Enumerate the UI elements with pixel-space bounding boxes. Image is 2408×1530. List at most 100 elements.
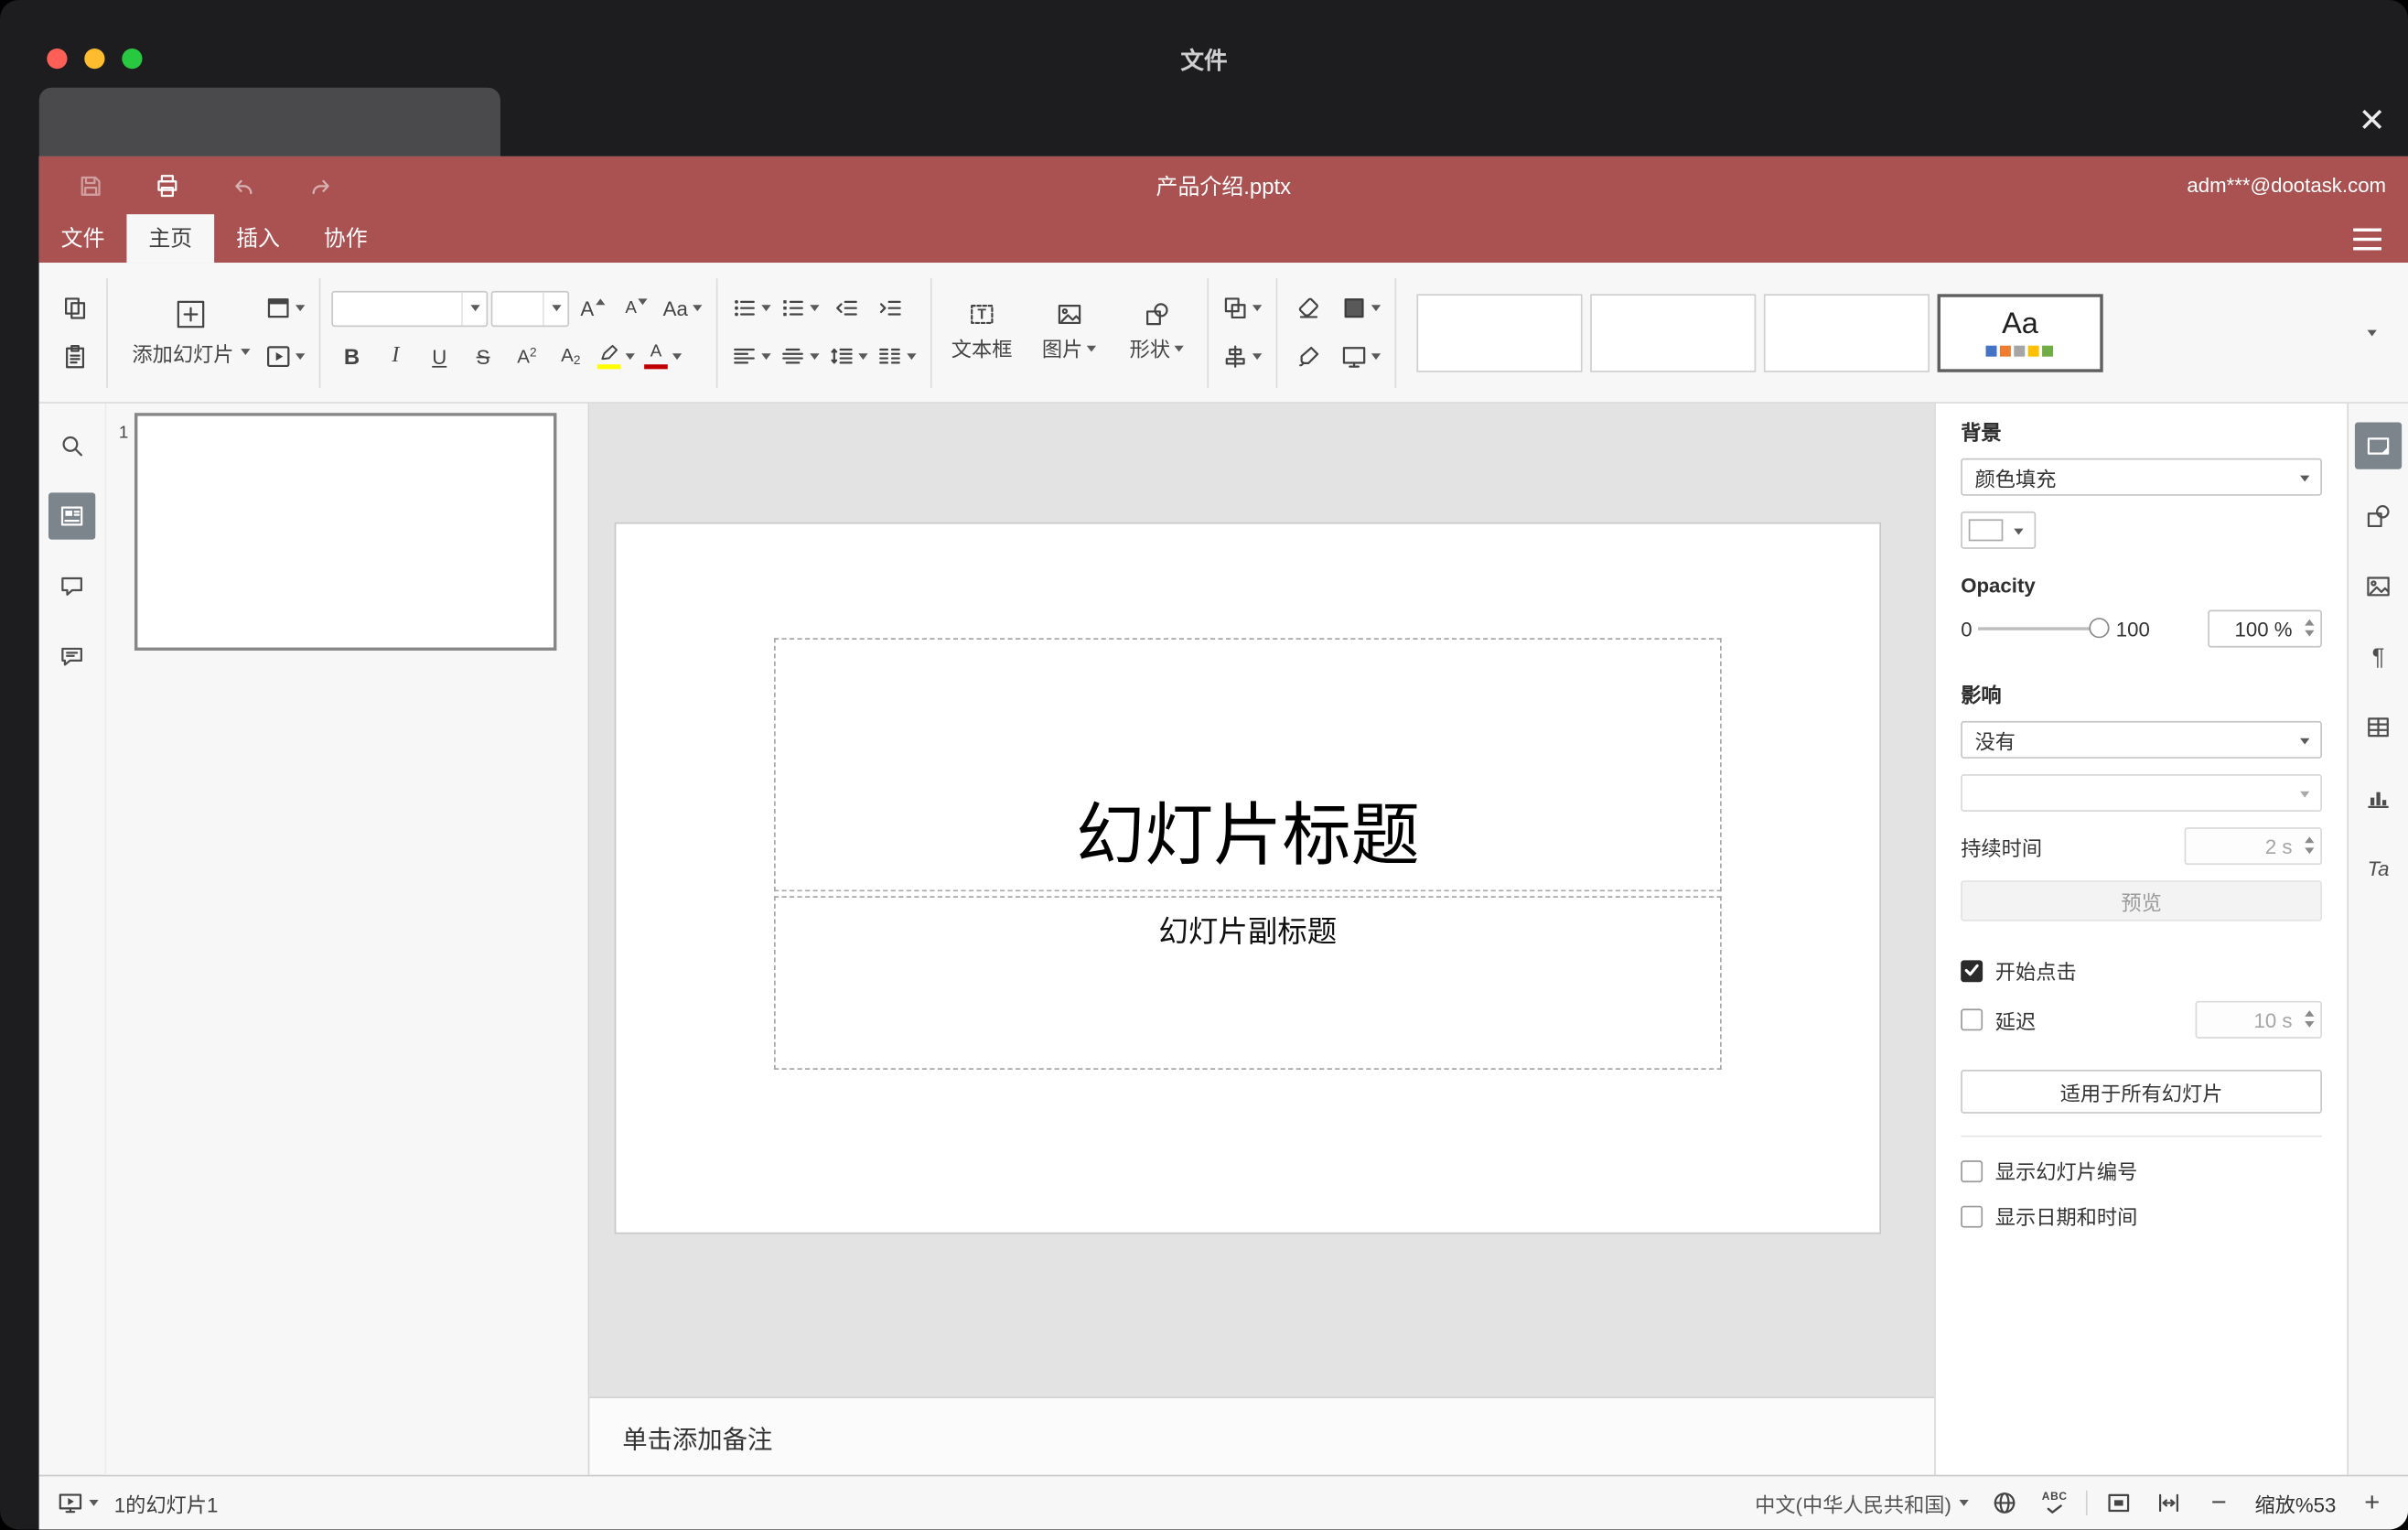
horizontal-align-button[interactable] — [728, 336, 774, 376]
title-placeholder[interactable]: 幻灯片标题 — [774, 638, 1722, 892]
arrange-shapes-button[interactable] — [1220, 287, 1265, 328]
tab-home[interactable]: 主页 — [126, 214, 215, 264]
delay-input[interactable]: 10 s — [2195, 1000, 2322, 1039]
apply-to-all-button[interactable]: 适用于所有幻灯片 — [1961, 1070, 2322, 1114]
comments-button[interactable] — [48, 563, 95, 609]
duration-input[interactable]: 2 s — [2184, 827, 2322, 866]
chart-settings-tab[interactable] — [2355, 774, 2402, 821]
show-date-time-checkbox[interactable] — [1961, 1204, 1983, 1227]
tab-insert[interactable]: 插入 — [214, 214, 302, 263]
fit-slide-button[interactable] — [2102, 1484, 2136, 1522]
superscript-button[interactable]: A2 — [507, 336, 547, 376]
slide-thumbnail[interactable] — [134, 413, 557, 651]
chat-button[interactable] — [48, 633, 95, 680]
copy-style-button[interactable] — [1288, 336, 1328, 376]
insert-textbox-button[interactable]: T 文本框 — [942, 302, 1020, 363]
subscript-letter: A — [561, 344, 574, 366]
columns-button[interactable] — [874, 336, 919, 376]
underline-button[interactable]: U — [419, 336, 459, 376]
decrease-font-button[interactable]: A — [616, 287, 656, 328]
align-shapes-button[interactable] — [1220, 336, 1265, 376]
notes-area[interactable]: 单击添加备注 — [589, 1396, 1935, 1475]
font-name-select[interactable] — [331, 290, 489, 327]
change-case-button[interactable]: Aa — [660, 287, 704, 328]
fill-color-select[interactable] — [1961, 511, 2037, 549]
textbox-t-glyph: T — [977, 306, 986, 323]
tab-file[interactable]: 文件 — [39, 214, 127, 263]
textart-settings-tab[interactable]: Ta — [2355, 845, 2402, 891]
highlight-color-button[interactable] — [594, 336, 638, 376]
paragraph-group — [728, 287, 919, 376]
line-spacing-button[interactable] — [825, 336, 871, 376]
bold-button[interactable]: B — [331, 336, 371, 376]
clear-style-button[interactable] — [1288, 287, 1328, 328]
numbering-button[interactable] — [777, 287, 822, 328]
spellcheck-button[interactable]: ABC — [2037, 1484, 2072, 1522]
subtitle-placeholder[interactable]: 幻灯片副标题 — [774, 896, 1722, 1071]
document-language-button[interactable] — [1987, 1484, 2022, 1522]
theme-thumbnail-selected[interactable]: Aa — [1937, 293, 2103, 372]
fit-width-button[interactable] — [2152, 1484, 2187, 1522]
start-slideshow-button[interactable] — [58, 1484, 99, 1522]
insert-image-button[interactable]: 图片 — [1030, 302, 1108, 363]
bullets-button[interactable] — [728, 287, 774, 328]
preview-slideshow-button[interactable] — [263, 336, 308, 376]
font-size-dropdown[interactable] — [543, 291, 567, 325]
search-button[interactable] — [48, 422, 95, 469]
shape-settings-tab[interactable] — [2355, 492, 2402, 539]
subscript-button[interactable]: A2 — [551, 336, 591, 376]
change-layout-button[interactable] — [263, 287, 308, 328]
duration-spinner[interactable] — [2305, 836, 2315, 855]
theme-thumbnail[interactable] — [1416, 293, 1583, 372]
slide-settings-tab[interactable] — [2354, 422, 2403, 469]
preview-button[interactable]: 预览 — [1961, 880, 2322, 921]
image-settings-tab[interactable] — [2355, 563, 2402, 609]
increase-indent-button[interactable] — [869, 287, 909, 328]
opacity-slider[interactable] — [1978, 618, 2110, 640]
font-size-select[interactable] — [490, 290, 570, 327]
chevron-down-icon — [1252, 305, 1263, 312]
menu-button[interactable] — [2353, 214, 2408, 263]
decrease-indent-button[interactable] — [825, 287, 865, 328]
font-name-dropdown[interactable] — [461, 291, 486, 325]
effect-type-select[interactable] — [1961, 774, 2322, 813]
theme-gallery-more-button[interactable] — [2351, 293, 2392, 371]
zoom-in-button[interactable]: + — [2355, 1484, 2390, 1522]
tab-collaboration[interactable]: 协作 — [302, 214, 390, 263]
zoom-out-button[interactable]: − — [2201, 1484, 2236, 1522]
paragraph-settings-tab[interactable]: ¶ — [2355, 633, 2402, 680]
delay-spinner[interactable] — [2305, 1010, 2315, 1028]
slides-panel-button[interactable] — [48, 492, 96, 540]
chevron-down-icon — [810, 353, 820, 361]
slide-number: 1 — [118, 424, 129, 443]
opacity-slider-knob[interactable] — [2089, 618, 2110, 639]
paste-button[interactable] — [55, 336, 95, 376]
strikethrough-button[interactable]: S — [463, 336, 503, 376]
language-select[interactable]: 中文(中华人民共和国) — [1755, 1488, 1969, 1517]
copy-button[interactable] — [55, 287, 95, 328]
vertical-align-button[interactable] — [777, 336, 822, 376]
opacity-spinner[interactable] — [2305, 619, 2315, 637]
minus-icon: − — [2210, 1487, 2227, 1517]
effect-select[interactable]: 没有 — [1961, 720, 2322, 759]
insert-shape-button[interactable]: 形状 — [1118, 302, 1196, 363]
add-slide-button[interactable]: 添加幻灯片 — [119, 298, 263, 367]
show-slide-number-checkbox[interactable] — [1961, 1159, 1983, 1182]
fill-color-button[interactable] — [1338, 287, 1384, 328]
fill-type-select[interactable]: 颜色填充 — [1961, 458, 2322, 496]
delay-checkbox[interactable] — [1961, 1008, 1983, 1031]
italic-button[interactable]: I — [375, 336, 415, 376]
font-color-button[interactable]: A — [641, 336, 685, 376]
start-on-click-checkbox[interactable] — [1961, 959, 1983, 982]
theme-thumbnail[interactable] — [1763, 293, 1930, 372]
table-settings-tab[interactable] — [2355, 704, 2402, 750]
slide-canvas[interactable]: 幻灯片标题 幻灯片副标题 — [616, 523, 1880, 1233]
overlay-close-button[interactable]: ✕ — [2349, 97, 2395, 144]
chevron-down-icon — [907, 353, 917, 361]
increase-font-button[interactable]: A — [573, 287, 613, 328]
opacity-input[interactable]: 100 % — [2208, 609, 2322, 648]
insert-textbox-label: 文本框 — [951, 338, 1013, 361]
slide-settings-icon — [2367, 437, 2390, 455]
slide-size-button[interactable] — [1338, 336, 1384, 376]
slide-layout-icon — [267, 298, 289, 318]
